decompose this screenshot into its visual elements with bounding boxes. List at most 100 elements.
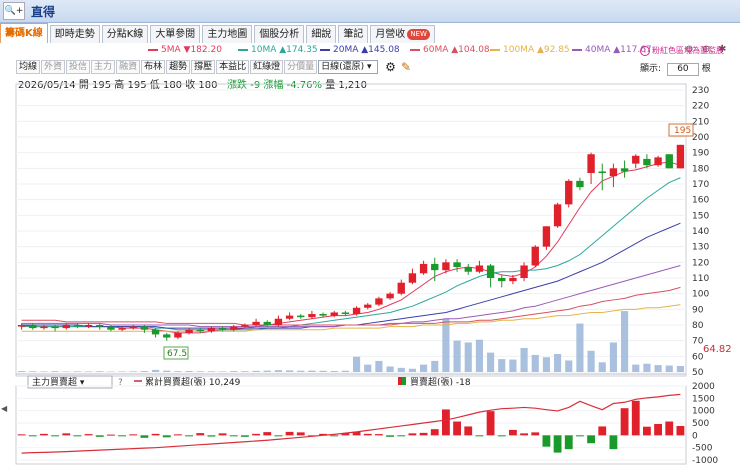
volume-bar <box>51 371 59 372</box>
volume-bar <box>632 364 640 372</box>
volume-bar <box>174 371 182 372</box>
volume-bar <box>207 371 215 372</box>
candle-body <box>308 314 316 318</box>
price-tick-label: 130 <box>692 243 709 253</box>
flow-bar <box>375 434 383 436</box>
candle-body <box>241 325 249 327</box>
candle-body <box>118 328 126 330</box>
collapse-arrow-icon[interactable]: ◀ <box>1 404 7 413</box>
candle-body <box>632 155 640 164</box>
volume-bar <box>230 371 238 372</box>
volume-bar <box>341 370 349 372</box>
candle-body <box>51 326 59 329</box>
candle-body <box>654 157 662 166</box>
candle-body <box>40 326 48 329</box>
candle-body <box>509 278 517 282</box>
candle-body <box>665 154 673 169</box>
volume-bar <box>297 370 305 372</box>
price-tick-label: 190 <box>692 149 709 159</box>
candle-body <box>129 326 137 329</box>
flow-bar <box>643 426 651 436</box>
candle-body <box>196 329 204 332</box>
low-price-label: 67.5 <box>167 349 187 359</box>
price-tick-label: 220 <box>692 102 709 112</box>
price-tick-label: 80 <box>692 321 704 331</box>
candle-body <box>330 312 338 316</box>
ma-line-ma20 <box>21 222 681 329</box>
flow-bar <box>207 435 216 437</box>
candle-body <box>386 293 394 299</box>
price-tick-label: 100 <box>692 290 709 300</box>
candle-body <box>319 314 327 316</box>
flow-bar <box>520 433 528 436</box>
flow-bar <box>486 411 495 436</box>
flow-bar <box>174 434 182 436</box>
volume-bar <box>185 370 193 372</box>
volume-bar <box>576 323 584 372</box>
volume-bar <box>665 365 673 372</box>
candle-body <box>73 325 82 327</box>
flow-bar <box>62 433 71 436</box>
flow-bar <box>676 425 685 436</box>
flow-bar <box>196 433 205 436</box>
flow-bar <box>453 421 461 436</box>
candle-body <box>274 318 283 325</box>
volume-bar <box>196 371 204 372</box>
flow-bar <box>51 435 59 437</box>
volume-bar <box>498 359 506 372</box>
candle-body <box>297 315 305 318</box>
price-tick-label: 200 <box>692 133 709 143</box>
volume-bar <box>531 354 539 372</box>
candle-body <box>598 171 606 174</box>
flow-bar <box>587 435 595 444</box>
candle-body <box>174 332 182 338</box>
price-tick-label: 50 <box>692 368 704 378</box>
price-chart[interactable]: 230 220 210 200 190 180 170 160 150 140 130 120 110 1… <box>0 0 740 468</box>
high-price-label: 195 <box>674 126 691 136</box>
volume-bar <box>129 371 137 372</box>
candle-body <box>84 325 93 327</box>
price-tick-label: 90 <box>692 305 704 315</box>
flow-bar <box>430 429 439 436</box>
volume-bar <box>353 356 361 372</box>
candle-body <box>107 326 115 330</box>
indicator-tick-label: -1000 <box>692 456 718 466</box>
price-tick-label: 180 <box>692 164 709 174</box>
candle-body <box>96 325 104 327</box>
series2-swatch-red <box>398 377 402 385</box>
flow-bar <box>509 429 517 436</box>
volume-bar <box>308 370 316 372</box>
volume-bar <box>565 360 573 372</box>
candle-body <box>486 265 495 278</box>
volume-bar <box>431 360 439 372</box>
ma-line-ma40 <box>21 264 681 328</box>
candle-body <box>207 328 216 332</box>
volume-bar <box>487 352 495 372</box>
volume-bar <box>364 364 372 372</box>
volume-bar <box>654 365 662 372</box>
indicator-tick-label: 1000 <box>692 407 715 417</box>
candle-body <box>643 158 651 166</box>
volume-bar <box>475 339 483 372</box>
flow-bar <box>73 435 82 437</box>
candle-body <box>453 262 461 268</box>
flow-bar <box>497 435 506 437</box>
price-tick-label: 160 <box>692 196 709 206</box>
candle-body <box>531 246 539 266</box>
candle-body <box>620 168 629 172</box>
volume-bar <box>598 362 606 372</box>
flow-bar <box>408 433 417 436</box>
volume-bar <box>621 311 629 372</box>
candle-body <box>230 326 238 330</box>
candle-body <box>185 329 193 333</box>
candle-body <box>17 325 26 327</box>
candle-body <box>364 304 372 308</box>
candle-body <box>29 325 37 329</box>
volume-bar <box>252 370 260 372</box>
flow-bar <box>285 431 294 436</box>
flow-bar <box>576 435 584 437</box>
flow-bar <box>274 435 283 437</box>
flow-bar <box>218 433 227 436</box>
candle-body <box>609 168 618 177</box>
flow-bar <box>252 433 260 436</box>
